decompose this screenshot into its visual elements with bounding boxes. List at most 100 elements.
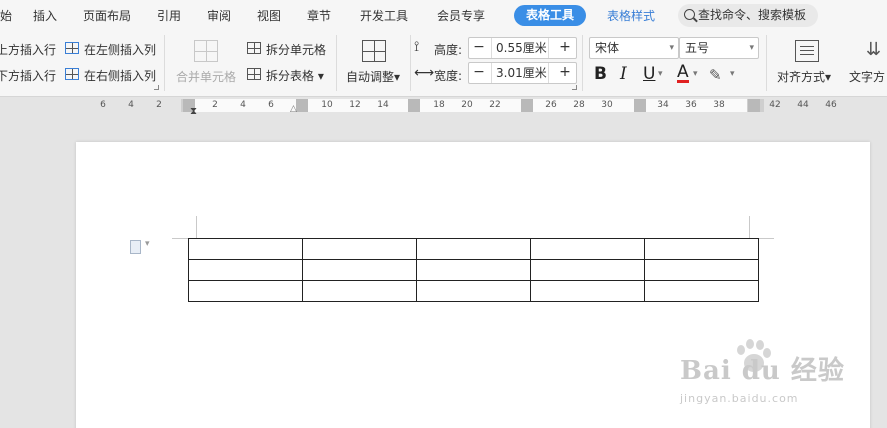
font-name-select[interactable]: 宋体 ▾	[589, 37, 679, 59]
table-cell[interactable]	[188, 259, 303, 281]
merge-cells-button[interactable]: 合并单元格	[176, 68, 236, 85]
auto-adjust-icon	[362, 40, 386, 62]
ruler-tick: 10	[321, 100, 333, 110]
menu-tab-view[interactable]: 视图	[257, 7, 281, 24]
watermark-url: jingyan.baidu.com	[680, 392, 799, 405]
split-cells-button[interactable]: 拆分单元格	[266, 41, 326, 58]
ruler-column-marker[interactable]	[296, 99, 308, 112]
margin-guide	[758, 238, 774, 239]
watermark-brand: Bai du 经验	[680, 356, 845, 386]
hanging-indent-marker[interactable]: △	[290, 104, 297, 114]
horizontal-ruler: ⧗ △ 6 4 2 2 4 6 10 12 14 18 20 22 26 28 …	[0, 97, 887, 117]
table-row	[188, 238, 759, 260]
height-icon: ⟟	[414, 39, 420, 55]
document-icon[interactable]	[130, 239, 150, 254]
table-row	[188, 280, 759, 302]
height-value[interactable]: 0.55厘米	[491, 38, 549, 58]
text-direction-button[interactable]: 文字方	[849, 68, 885, 85]
insert-col-right-button[interactable]: 在右侧插入列	[84, 67, 156, 84]
auto-adjust-button[interactable]: 自动调整▾	[346, 68, 400, 85]
alignment-button[interactable]: 对齐方式▾	[777, 68, 831, 85]
insert-col-left-button[interactable]: 在左侧插入列	[84, 41, 156, 58]
table-cell[interactable]	[644, 259, 759, 281]
width-spinner[interactable]: − 3.01厘米 +	[468, 62, 577, 84]
table-cell[interactable]	[416, 259, 531, 281]
height-decrease-button[interactable]: −	[469, 38, 489, 58]
ruler-tick: 4	[240, 100, 246, 110]
ruler-column-marker[interactable]	[634, 99, 646, 112]
width-value[interactable]: 3.01厘米	[491, 63, 549, 83]
margin-guide	[196, 216, 197, 238]
indent-marker[interactable]: ⧗	[190, 106, 197, 117]
menu-tab-section[interactable]: 章节	[307, 7, 331, 24]
menu-tab-member[interactable]: 会员专享	[437, 7, 485, 24]
chevron-down-icon[interactable]: ▾	[658, 69, 663, 79]
menu-tab-references[interactable]: 引用	[157, 7, 181, 24]
height-increase-button[interactable]: +	[555, 38, 575, 58]
italic-button[interactable]: I	[620, 65, 627, 83]
ruler-tick: 2	[212, 100, 218, 110]
menu-tab-developer[interactable]: 开发工具	[360, 7, 408, 24]
bold-button[interactable]: B	[594, 65, 607, 83]
table-cell[interactable]	[530, 259, 645, 281]
ruler-tick: 34	[657, 100, 669, 110]
text-direction-icon: ⇊	[866, 39, 882, 60]
highlighter-icon[interactable]: ✎	[709, 66, 722, 84]
table-cell[interactable]	[644, 280, 759, 302]
menu-tab-insert[interactable]: 插入	[33, 7, 57, 24]
table-cell[interactable]	[644, 238, 759, 260]
menu-tab-start[interactable]: 始	[0, 7, 12, 24]
table-cell[interactable]	[302, 259, 417, 281]
ruler-tick: 26	[545, 100, 557, 110]
table-cell[interactable]	[302, 280, 417, 302]
ruler-tick: 44	[797, 100, 809, 110]
ruler-tick: 18	[433, 100, 445, 110]
font-size-value: 五号	[685, 41, 710, 55]
command-search[interactable]: 查找命令、搜索模板	[678, 4, 818, 27]
align-icon	[795, 40, 819, 62]
insert-row-above-button[interactable]: 上方插入行	[0, 41, 56, 58]
table-cell[interactable]	[188, 280, 303, 302]
height-spinner[interactable]: − 0.55厘米 +	[468, 37, 577, 59]
ruler-column-marker[interactable]	[408, 99, 420, 112]
menu-tab-table-style[interactable]: 表格样式	[607, 7, 655, 24]
split-table-icon	[247, 68, 261, 80]
split-table-button[interactable]: 拆分表格 ▾	[266, 67, 324, 84]
table-cell[interactable]	[530, 280, 645, 302]
ruler-column-marker[interactable]	[748, 99, 760, 112]
insert-col-left-icon	[65, 42, 79, 54]
ruler-tick: 42	[769, 100, 781, 110]
merge-cells-icon	[194, 40, 218, 62]
font-color-button[interactable]: A	[677, 64, 689, 83]
insert-row-below-button[interactable]: 下方插入行	[0, 67, 56, 84]
menu-tab-layout[interactable]: 页面布局	[83, 7, 131, 24]
ruler-tick: 14	[377, 100, 389, 110]
chevron-down-icon: ▾	[669, 43, 674, 53]
group-expand-icon[interactable]	[572, 85, 577, 90]
width-label: 宽度:	[434, 69, 463, 83]
font-name-value: 宋体	[595, 41, 620, 55]
table-cell[interactable]	[188, 238, 303, 260]
group-expand-icon[interactable]	[154, 85, 159, 90]
ruler-column-marker[interactable]	[521, 99, 533, 112]
ruler-tick: 2	[156, 100, 162, 110]
ruler-tick: 6	[100, 100, 106, 110]
menu-tab-review[interactable]: 审阅	[207, 7, 231, 24]
font-size-select[interactable]: 五号 ▾	[679, 37, 759, 59]
width-decrease-button[interactable]: −	[469, 63, 489, 83]
insert-col-right-icon	[65, 68, 79, 80]
table-cell[interactable]	[530, 238, 645, 260]
chevron-down-icon[interactable]: ▾	[693, 69, 698, 79]
width-increase-button[interactable]: +	[555, 63, 575, 83]
table-cell[interactable]	[302, 238, 417, 260]
underline-button[interactable]: U	[643, 65, 655, 83]
table-cell[interactable]	[416, 238, 531, 260]
search-icon	[684, 9, 695, 20]
separator	[164, 35, 165, 91]
chevron-down-icon[interactable]: ▾	[730, 69, 735, 79]
table-cell[interactable]	[416, 280, 531, 302]
separator	[766, 35, 767, 91]
menu-tab-table-tools[interactable]: 表格工具	[514, 5, 587, 26]
ruler-tick: 28	[573, 100, 585, 110]
document-table[interactable]	[188, 238, 759, 302]
